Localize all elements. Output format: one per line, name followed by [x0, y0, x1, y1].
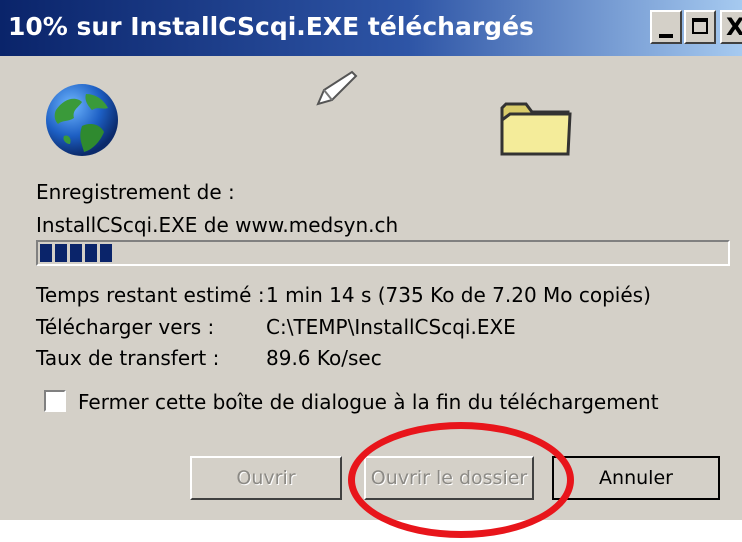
cancel-button[interactable]: Annuler — [552, 456, 720, 500]
progress-fill — [40, 244, 112, 262]
transfer-rate-value: 89.6 Ko/sec — [266, 346, 382, 370]
progress-block — [55, 244, 67, 262]
close-on-complete-checkbox[interactable] — [44, 390, 66, 412]
download-to-value: C:\TEMP\InstallCScqi.EXE — [266, 315, 516, 339]
background-strip — [0, 520, 742, 542]
time-remaining-label: Temps restant estimé : — [36, 283, 265, 307]
download-to-label: Télécharger vers : — [36, 315, 215, 339]
transfer-rate-label: Taux de transfert : — [36, 346, 220, 370]
close-icon: X — [726, 13, 742, 41]
minimize-icon — [659, 34, 673, 38]
minimize-button[interactable] — [650, 10, 682, 44]
progress-block — [85, 244, 97, 262]
open-button[interactable]: Ouvrir — [190, 456, 342, 500]
globe-icon — [46, 84, 118, 156]
progress-block — [40, 244, 52, 262]
open-folder-button[interactable]: Ouvrir le dossier — [364, 456, 534, 500]
file-source-text: InstallCScqi.EXE de www.medsyn.ch — [36, 213, 399, 237]
window-title: 10% sur InstallCScqi.EXE téléchargés — [8, 12, 534, 41]
close-on-complete-label[interactable]: Fermer cette boîte de dialogue à la fin … — [78, 390, 659, 414]
folder-icon — [500, 102, 572, 156]
time-remaining-value: 1 min 14 s (735 Ko de 7.20 Mo copiés) — [266, 283, 651, 307]
flying-paper-icon — [316, 70, 358, 106]
progress-block — [100, 244, 112, 262]
saving-label: Enregistrement de : — [36, 180, 235, 204]
close-button[interactable]: X — [720, 10, 742, 44]
maximize-icon — [692, 18, 708, 34]
maximize-button[interactable] — [684, 10, 716, 44]
progress-block — [70, 244, 82, 262]
download-dialog: 10% sur InstallCScqi.EXE téléchargés X E… — [0, 0, 742, 520]
title-bar[interactable]: 10% sur InstallCScqi.EXE téléchargés X — [0, 0, 742, 56]
progress-bar — [36, 240, 730, 266]
